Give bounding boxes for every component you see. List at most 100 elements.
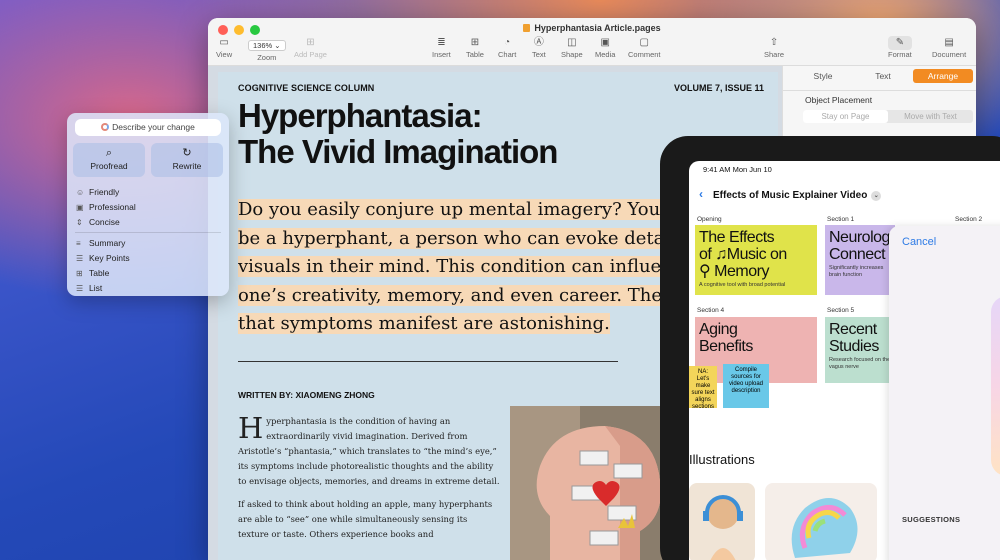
summary-icon: ≡ <box>76 238 81 248</box>
stay-on-page-option[interactable]: Stay on Page <box>803 110 888 123</box>
list-label: List <box>89 283 103 293</box>
illustration-thumbnail[interactable] <box>689 483 755 560</box>
sticky-note[interactable]: Compile sources for video upload descrip… <box>723 364 769 408</box>
shape-button[interactable]: ◫ Shape <box>561 36 583 59</box>
section-label: Section 1 <box>827 216 855 223</box>
headphones-figure-image <box>703 495 743 560</box>
card-subtitle: Research focused on the vagus nerve <box>829 357 891 370</box>
insert-label: Insert <box>432 50 451 59</box>
drop-cap: H <box>238 411 264 445</box>
proofread-button[interactable]: ⌕ Proofread <box>73 143 145 177</box>
key-points-label: Key Points <box>89 253 130 263</box>
section-label: Section 5 <box>827 307 855 314</box>
insert-button[interactable]: ≣ Insert <box>432 36 451 59</box>
table-option[interactable]: ⊞ Table <box>76 268 109 278</box>
lead-paragraph[interactable]: Do you easily conjure up mental imagery?… <box>238 196 678 339</box>
column-kicker: COGNITIVE SCIENCE COLUMN <box>238 83 375 93</box>
chevron-down-icon[interactable]: ⌄ <box>871 191 882 201</box>
add-page-label: Add Page <box>294 50 327 59</box>
card-title: The Effects of ♫Music on ⚲ Memory <box>699 229 787 280</box>
neurology-card[interactable]: Neurolog Connect Significantly increases… <box>825 225 895 295</box>
cancel-button[interactable]: Cancel <box>902 236 936 248</box>
list-icon: ☰ <box>76 283 84 293</box>
zoom-control[interactable]: 136% ⌄ Zoom <box>248 38 286 62</box>
list-option[interactable]: ☰ List <box>76 283 102 293</box>
table-label: Table <box>466 50 484 59</box>
summary-option[interactable]: ≡ Summary <box>76 238 125 248</box>
image-playground-sheet: Cancel SUGGESTIONS <box>889 226 1000 560</box>
magnifier-icon: ⌕ <box>105 147 113 159</box>
zoom-select[interactable]: 136% ⌄ <box>248 40 286 51</box>
media-button[interactable]: ▣ Media <box>595 36 615 59</box>
pages-doc-icon <box>523 24 531 32</box>
tab-text[interactable]: Text <box>853 69 913 83</box>
paragraph-2: If asked to think about holding an apple… <box>238 499 493 539</box>
card-title: Recent Studies <box>829 321 879 355</box>
table-label: Table <box>89 268 110 278</box>
summary-label: Summary <box>89 238 126 248</box>
friendly-option[interactable]: ☺ Friendly <box>76 187 119 197</box>
back-chevron-icon[interactable]: ‹ <box>699 187 703 201</box>
window-title: Hyperphantasia Article.pages <box>208 23 976 33</box>
view-label: View <box>216 50 233 59</box>
add-page-button[interactable]: ⊞ Add Page <box>294 36 327 59</box>
text-label: Text <box>532 50 546 59</box>
rewrite-icon: ↻ <box>182 147 192 159</box>
chart-icon: ◔ <box>504 37 511 48</box>
describe-placeholder: Describe your change <box>112 122 195 132</box>
rewrite-label: Rewrite <box>172 161 202 171</box>
status-time: 9:41 AM Mon Jun 10 <box>703 165 772 174</box>
head-illustration-image[interactable] <box>510 406 670 560</box>
card-subtitle: Significantly increases brain function <box>829 265 884 278</box>
document-button[interactable]: ▤ Document <box>932 36 966 59</box>
section-label: Opening <box>697 216 722 223</box>
article-headline[interactable]: Hyperphantasia: The Vivid Imagination <box>238 98 558 170</box>
paragraph-1: yperphantasia is the condition of having… <box>238 416 500 486</box>
compress-icon: ⇕ <box>76 217 83 227</box>
professional-option[interactable]: ▣ Professional <box>76 202 136 212</box>
text-button[interactable]: Ⓐ Text <box>532 36 546 59</box>
divider <box>238 361 618 362</box>
tab-style[interactable]: Style <box>793 69 853 83</box>
briefcase-icon: ▣ <box>76 202 84 212</box>
table-icon: ⊞ <box>470 37 480 48</box>
describe-change-field[interactable]: Describe your change <box>75 119 221 136</box>
share-button[interactable]: ⇧ Share <box>764 36 784 59</box>
sticky-note[interactable]: NA: Let's make sure text aligns sections <box>689 366 717 410</box>
add-page-icon: ⊞ <box>306 37 315 48</box>
inspector-tabs: Style Text Arrange <box>793 69 973 83</box>
proofread-label: Proofread <box>90 161 128 171</box>
chart-button[interactable]: ◔ Chart <box>498 36 516 59</box>
concise-label: Concise <box>89 217 120 227</box>
text-box-icon: Ⓐ <box>533 37 544 48</box>
body-text[interactable]: Hyperphantasia is the condition of havin… <box>238 414 500 542</box>
preview-image <box>991 296 1000 476</box>
key-points-option[interactable]: ☰ Key Points <box>76 253 130 263</box>
card-title: Aging Benefits <box>699 321 753 355</box>
sidebar-icon: ▭ <box>219 37 229 48</box>
suggestions-label: SUGGESTIONS <box>902 515 961 524</box>
tab-arrange[interactable]: Arrange <box>913 69 973 83</box>
byline: WRITTEN BY: XIAOMENG ZHONG <box>238 390 375 400</box>
format-label: Format <box>888 50 912 59</box>
format-button[interactable]: ✎ Format <box>888 36 912 59</box>
media-label: Media <box>595 50 616 59</box>
section-label: Section 4 <box>697 307 725 314</box>
recent-studies-card[interactable]: Recent Studies Research focused on the v… <box>825 317 895 383</box>
move-with-text-option[interactable]: Move with Text <box>888 110 973 123</box>
illustrations-heading: Illustrations <box>689 452 755 467</box>
illustration-thumbnail[interactable] <box>765 483 877 560</box>
zoom-label: Zoom <box>257 53 277 62</box>
board-title: ‹ Effects of Music Explainer Video ⌄ <box>699 187 882 201</box>
effects-card[interactable]: The Effects of ♫Music on ⚲ Memory A cogn… <box>695 225 817 295</box>
card-title: Neurolog Connect <box>829 229 890 263</box>
rewrite-button[interactable]: ↻ Rewrite <box>151 143 223 177</box>
illustration-graphic <box>510 406 670 560</box>
document-label: Document <box>932 50 967 59</box>
comment-button[interactable]: ▢ Comment <box>628 36 661 59</box>
divider <box>75 232 221 233</box>
view-button[interactable]: ▭ View <box>216 36 232 59</box>
concise-option[interactable]: ⇕ Concise <box>76 217 120 227</box>
media-icon: ▣ <box>600 37 610 48</box>
table-button[interactable]: ⊞ Table <box>466 36 484 59</box>
